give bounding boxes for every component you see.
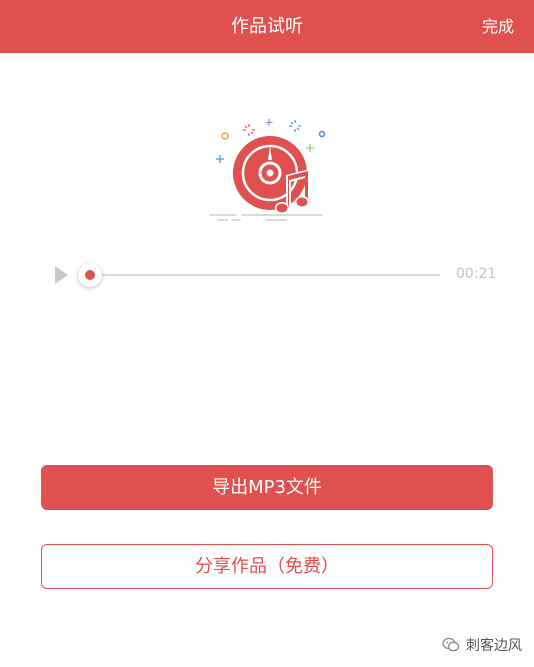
sparkle-burst-blue <box>289 120 301 132</box>
music-disc-illustration <box>209 119 326 221</box>
wechat-icon <box>442 637 460 652</box>
elapsed-time: 00:21 <box>456 266 497 282</box>
sparkle-circle-orange <box>221 132 229 140</box>
progress-thumb[interactable] <box>78 263 102 287</box>
share-work-button[interactable]: 分享作品（免费） <box>41 544 493 589</box>
sparkle-circle-blue <box>318 130 326 138</box>
audio-player: 00:21 <box>0 255 534 295</box>
watermark: 刺客边风 <box>442 634 522 656</box>
sparkle-plus-purple <box>265 119 273 126</box>
sparkle-plus-green <box>306 144 314 152</box>
watermark-text: 刺客边风 <box>466 638 522 654</box>
page-title: 作品试听 <box>231 16 303 37</box>
done-button[interactable]: 完成 <box>482 0 514 53</box>
play-icon[interactable] <box>50 263 72 287</box>
ground-lines <box>209 214 323 221</box>
progress-track[interactable] <box>90 274 440 276</box>
sparkle-plus-blue <box>216 155 224 163</box>
top-bar: 作品试听 完成 <box>0 0 534 53</box>
sparkle-burst-red <box>243 124 255 136</box>
export-mp3-button[interactable]: 导出MP3文件 <box>41 465 493 510</box>
disc-hole <box>266 169 274 177</box>
